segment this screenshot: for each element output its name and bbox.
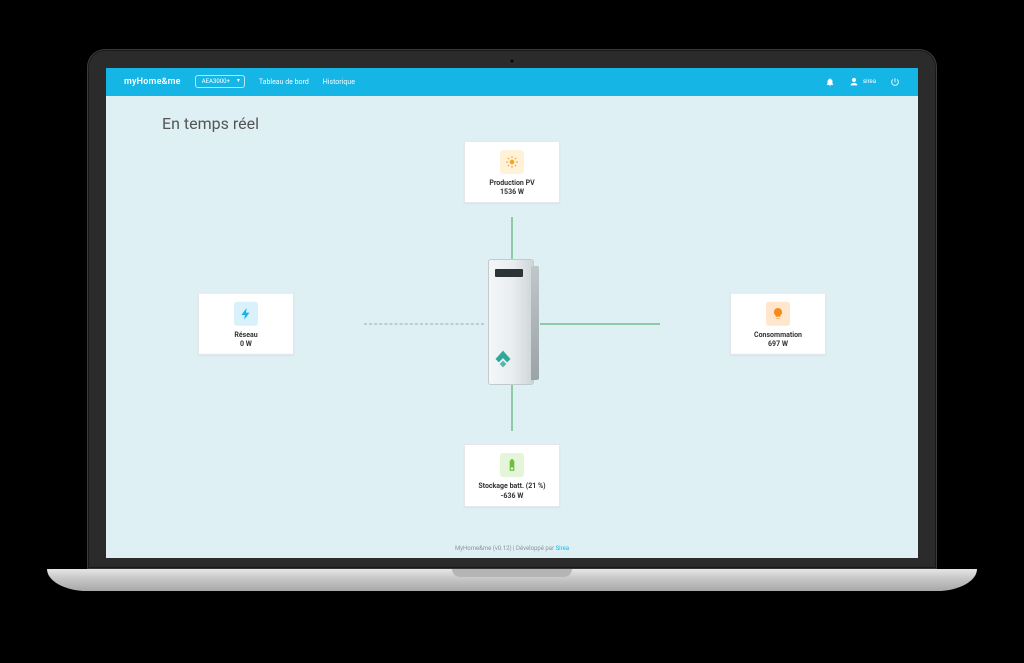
card-cons-value: 697 W (735, 340, 821, 348)
user-name: sirea (863, 78, 876, 85)
camera-dot (509, 58, 515, 64)
sun-icon (500, 150, 524, 174)
laptop-base (47, 569, 977, 591)
connector-grid (364, 323, 484, 324)
card-grid-label: Réseau (203, 330, 289, 338)
card-consumption[interactable]: Consommation 697 W (730, 292, 826, 354)
footer: MyHome&me (v0.12) | Développé par Sirea (106, 545, 918, 552)
energy-diagram: Production PV 1536 W Réseau 0 W (162, 139, 862, 509)
card-battery[interactable]: Stockage batt. (21 %) -636 W (464, 444, 560, 506)
app-logo: myHome&me (124, 77, 181, 87)
card-grid-value: 0 W (203, 340, 289, 348)
power-icon[interactable] (890, 77, 900, 87)
card-pv-value: 1536 W (469, 188, 555, 196)
footer-text: MyHome&me (v0.12) | Développé par (455, 545, 556, 552)
central-device (484, 259, 540, 389)
laptop-frame: myHome&me AEA3000+ Tableau de bord Histo… (87, 49, 937, 569)
footer-link[interactable]: Sirea (556, 545, 569, 552)
notifications-icon[interactable] (825, 77, 835, 87)
card-grid[interactable]: Réseau 0 W (198, 292, 294, 354)
app-screen: myHome&me AEA3000+ Tableau de bord Histo… (106, 68, 918, 558)
device-selector[interactable]: AEA3000+ (195, 75, 245, 88)
bolt-icon (234, 301, 258, 325)
card-pv[interactable]: Production PV 1536 W (464, 141, 560, 203)
page-content: En temps réel Production PV 1536 W (106, 96, 918, 558)
user-icon (849, 77, 859, 87)
card-cons-label: Consommation (735, 330, 821, 338)
top-bar: myHome&me AEA3000+ Tableau de bord Histo… (106, 68, 918, 96)
card-batt-value: -636 W (469, 492, 555, 500)
bulb-icon (766, 301, 790, 325)
laptop-mockup: myHome&me AEA3000+ Tableau de bord Histo… (87, 49, 937, 615)
nav-dashboard[interactable]: Tableau de bord (259, 78, 309, 86)
card-batt-label: Stockage batt. (21 %) (469, 482, 555, 490)
battery-icon (500, 453, 524, 477)
connector-consumption (540, 323, 660, 324)
card-pv-label: Production PV (469, 179, 555, 187)
device-accent-icon (493, 348, 513, 370)
user-menu[interactable]: sirea (849, 77, 876, 87)
page-title: En temps réel (162, 114, 862, 133)
nav-history[interactable]: Historique (323, 78, 355, 86)
